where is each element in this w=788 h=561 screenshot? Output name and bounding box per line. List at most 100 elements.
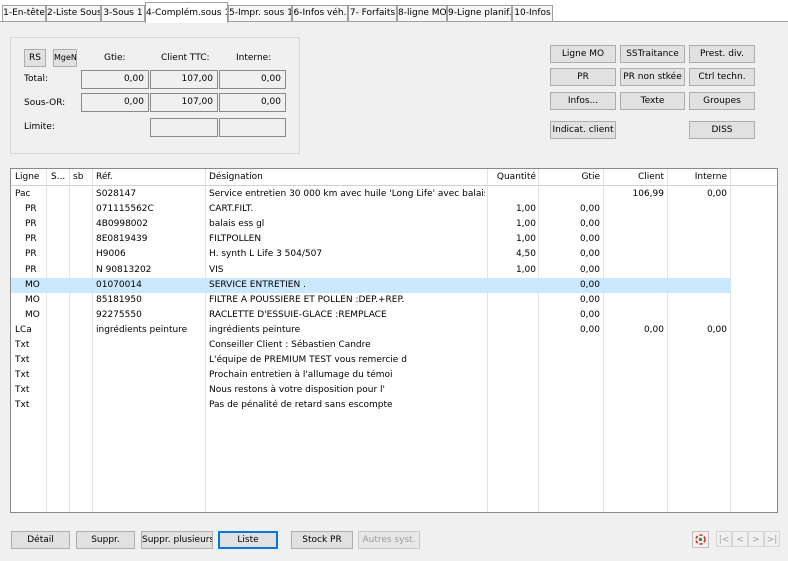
cell-interne [675, 263, 727, 278]
cell-gtie: 0,00 [579, 324, 600, 335]
col-client-ttc-label: Client TTC: [161, 53, 210, 63]
table-row[interactable]: MO 85181950 FILTRE A POUSSIERE ET POLLEN :… [11, 293, 731, 308]
cell-designation: H. synth L Life 3 504/507 [209, 249, 323, 260]
tab-impr-sous-1[interactable]: 5-Impr. sous 1 [228, 5, 292, 22]
cell-ref [96, 383, 204, 398]
header-interne[interactable]: Interne [675, 169, 727, 185]
total-gtie-field: 0,00 [81, 70, 149, 89]
cell-quantite [491, 383, 536, 398]
cell-quantite [491, 338, 536, 353]
tab-liste-sous[interactable]: 2-Liste Sous [46, 5, 101, 22]
cell-ref [96, 398, 204, 413]
cell-quantite: 1,00 [515, 234, 536, 245]
limite-client-field[interactable] [150, 118, 218, 137]
texte-button[interactable]: Texte [620, 92, 685, 110]
cell-quantite [491, 187, 536, 202]
tab-complem-sous-1[interactable]: 4-Complém.sous 1 [145, 2, 228, 23]
table-row[interactable]: MO 92275550 RACLETTE D'ESSUIE-GLACE :REMPL… [11, 308, 731, 323]
tab-ligne-planif[interactable]: 9-Ligne planif. [447, 5, 512, 22]
tab-sous-1[interactable]: 3-Sous 1 [101, 5, 145, 22]
tab-en-tete[interactable]: 1-En-tête [2, 5, 46, 22]
tab-infos[interactable]: 10-Infos [512, 5, 553, 22]
header-client[interactable]: Client [611, 169, 664, 185]
diss-button[interactable]: DISS [689, 121, 755, 139]
table-row[interactable]: LCa ingrédients peinture ingrédients peint… [11, 323, 731, 338]
cell-interne [675, 202, 727, 217]
cell-interne [675, 247, 727, 262]
mgen-button[interactable]: MgeN [53, 49, 77, 67]
table-row[interactable]: Txt L'équipe de PREMIUM TEST vous remerci… [11, 353, 731, 368]
autres-syst-button[interactable]: Autres syst. [358, 531, 420, 549]
table-row[interactable]: PR H9006 H. synth L Life 3 504/507 4,50 0,00 [11, 247, 731, 262]
cell-interne [675, 398, 727, 413]
cell-ligne: PR [25, 264, 37, 275]
lines-grid[interactable]: Ligne S... sb Réf. Désignation Quantité … [10, 168, 778, 513]
cell-client [611, 293, 664, 308]
cell-client [611, 232, 664, 247]
rs-button[interactable]: RS [24, 49, 46, 67]
cell-ref: 85181950 [96, 294, 142, 305]
tab-ligne-mo[interactable]: 8-ligne MO [397, 5, 447, 22]
cell-gtie [551, 383, 600, 398]
cell-designation: RACLETTE D'ESSUIE-GLACE :REMPLACE [209, 309, 387, 320]
cell-gtie: 0,00 [579, 294, 600, 305]
cell-ref: 071115562C [96, 204, 154, 215]
header-ref[interactable]: Réf. [96, 169, 196, 185]
table-row[interactable]: PR 071115562C CART.FILT. 1,00 0,00 [11, 202, 731, 217]
cell-ligne: Txt [15, 370, 30, 381]
cell-interne [675, 293, 727, 308]
header-designation[interactable]: Désignation [209, 169, 409, 185]
cell-interne [675, 368, 727, 383]
sstraitance-button[interactable]: SSTraitance [620, 45, 685, 63]
table-row[interactable]: PR 8E0819439 FILTPOLLEN 1,00 0,00 [11, 232, 731, 247]
cell-designation: L'équipe de PREMIUM TEST vous remercie d [209, 355, 407, 366]
table-row[interactable]: Txt Nous restons à votre disposition pour… [11, 383, 731, 398]
refresh-icon[interactable] [692, 531, 709, 548]
table-row[interactable]: Txt Conseiller Client : Sébastien Candre [11, 338, 731, 353]
cell-client [611, 247, 664, 262]
stock-pr-button[interactable]: Stock PR [291, 531, 353, 549]
cell-quantite [491, 293, 536, 308]
cell-interne: 0,00 [706, 324, 727, 335]
last-record-button[interactable]: >| [764, 531, 780, 547]
prev-record-button[interactable]: < [732, 531, 748, 547]
pr-button[interactable]: PR [550, 68, 616, 86]
cell-ligne: Txt [15, 340, 30, 350]
groupes-button[interactable]: Groupes [689, 92, 755, 110]
header-sb[interactable]: sb [73, 169, 93, 185]
cell-ligne: Pac [15, 189, 31, 199]
header-quantite[interactable]: Quantité [491, 169, 536, 185]
table-row[interactable]: PR 4B0998002 balais ess gl 1,00 0,00 [11, 217, 731, 232]
detail-button[interactable]: Détail [11, 531, 70, 549]
ligne-mo-button[interactable]: Ligne MO [550, 45, 616, 63]
cell-gtie [551, 338, 600, 353]
cell-ref: H9006 [96, 249, 126, 260]
next-record-button[interactable]: > [748, 531, 764, 547]
cell-ligne: MO [25, 309, 40, 320]
header-ligne[interactable]: Ligne [15, 169, 47, 185]
infos-button[interactable]: Infos... [550, 92, 616, 110]
limite-interne-field[interactable] [219, 118, 286, 137]
cell-designation: SERVICE ENTRETIEN . [209, 279, 306, 290]
liste-button[interactable]: Liste [218, 531, 278, 549]
cell-interne [675, 353, 727, 368]
indicat-client-button[interactable]: Indicat. client [550, 121, 616, 139]
pr-non-stkee-button[interactable]: PR non stkée [620, 68, 685, 86]
table-row[interactable]: Txt Prochain entretien à l'allumage du té… [11, 368, 731, 383]
header-gtie[interactable]: Gtie [551, 169, 600, 185]
prest-div-button[interactable]: Prest. div. [689, 45, 755, 63]
suppr-plusieurs-button[interactable]: Suppr. plusieurs [141, 531, 213, 549]
table-row[interactable]: PR N 90813202 VIS 1,00 0,00 [11, 263, 731, 278]
col-interne-label: Interne: [236, 53, 272, 63]
tab-forfaits[interactable]: 7- Forfaits [348, 5, 397, 22]
table-row[interactable]: MO 01070014 SERVICE ENTRETIEN . 0,00 [11, 277, 731, 293]
tab-infos-veh[interactable]: 6-Infos véh. [292, 5, 348, 22]
ctrl-techn-button[interactable]: Ctrl techn. [689, 68, 755, 86]
suppr-button[interactable]: Suppr. [76, 531, 135, 549]
table-row[interactable]: Txt Pas de pénalité de retard sans escomp… [11, 398, 731, 413]
cell-ref [96, 353, 204, 368]
table-row[interactable]: Pac S028147 Service entretien 30 000 km av… [11, 187, 731, 202]
cell-client [611, 368, 664, 383]
header-s[interactable]: S... [51, 169, 71, 185]
first-record-button[interactable]: |< [716, 531, 732, 547]
